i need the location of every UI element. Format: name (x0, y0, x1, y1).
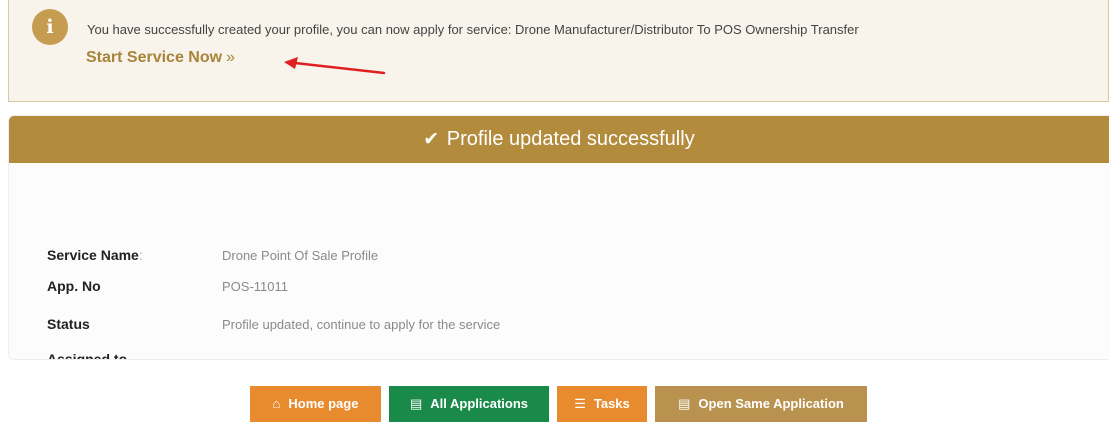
start-service-label: Start Service Now (86, 49, 223, 66)
list-icon: ☰ (574, 396, 586, 411)
home-page-button[interactable]: ⌂ Home page (250, 386, 381, 422)
success-notice: i You have successfully created your pro… (8, 0, 1109, 102)
all-applications-button[interactable]: ▤ All Applications (389, 386, 549, 422)
detail-value: Profile updated, continue to apply for t… (222, 317, 501, 332)
detail-label: Service Name: (47, 247, 143, 263)
detail-row-service-name: Service Name: Drone Point Of Sale Profile (47, 245, 378, 265)
tasks-button[interactable]: ☰ Tasks (557, 386, 647, 422)
info-icon: i (32, 9, 68, 45)
detail-label: Assigned to (47, 351, 128, 360)
card-header-title: Profile updated successfully (446, 128, 695, 150)
detail-value: POS-11011 (222, 279, 289, 294)
film-icon: ▤ (409, 396, 423, 411)
profile-status-card: ✔ Profile updated successfully Service N… (8, 115, 1109, 360)
open-same-application-button[interactable]: ▤ Open Same Application (655, 386, 867, 422)
film-icon: ▤ (678, 396, 691, 411)
red-arrow-annotation (284, 57, 386, 75)
detail-row-status: Status Profile updated, continue to apply… (47, 314, 500, 334)
detail-label: Status (47, 316, 90, 332)
detail-value: Drone Point Of Sale Profile (222, 248, 379, 263)
double-chevron-right-icon: » (226, 49, 235, 66)
detail-label: App. No (47, 278, 101, 294)
card-header: ✔ Profile updated successfully (9, 116, 1109, 163)
action-buttons: ⌂ Home page ▤ All Applications ☰ Tasks ▤ Ope… (0, 386, 1109, 422)
detail-row-app-no: App. No POS-11011 (47, 276, 288, 296)
check-icon: ✔ (423, 129, 440, 150)
home-icon: ⌂ (272, 396, 281, 411)
notice-message: You have successfully created your profi… (87, 22, 859, 37)
start-service-link[interactable]: Start Service Now» (86, 49, 235, 67)
detail-row-assigned-to: Assigned to - (47, 349, 227, 360)
card-body: Service Name: Drone Point Of Sale Profile… (9, 163, 1109, 359)
detail-value: - (222, 352, 227, 360)
